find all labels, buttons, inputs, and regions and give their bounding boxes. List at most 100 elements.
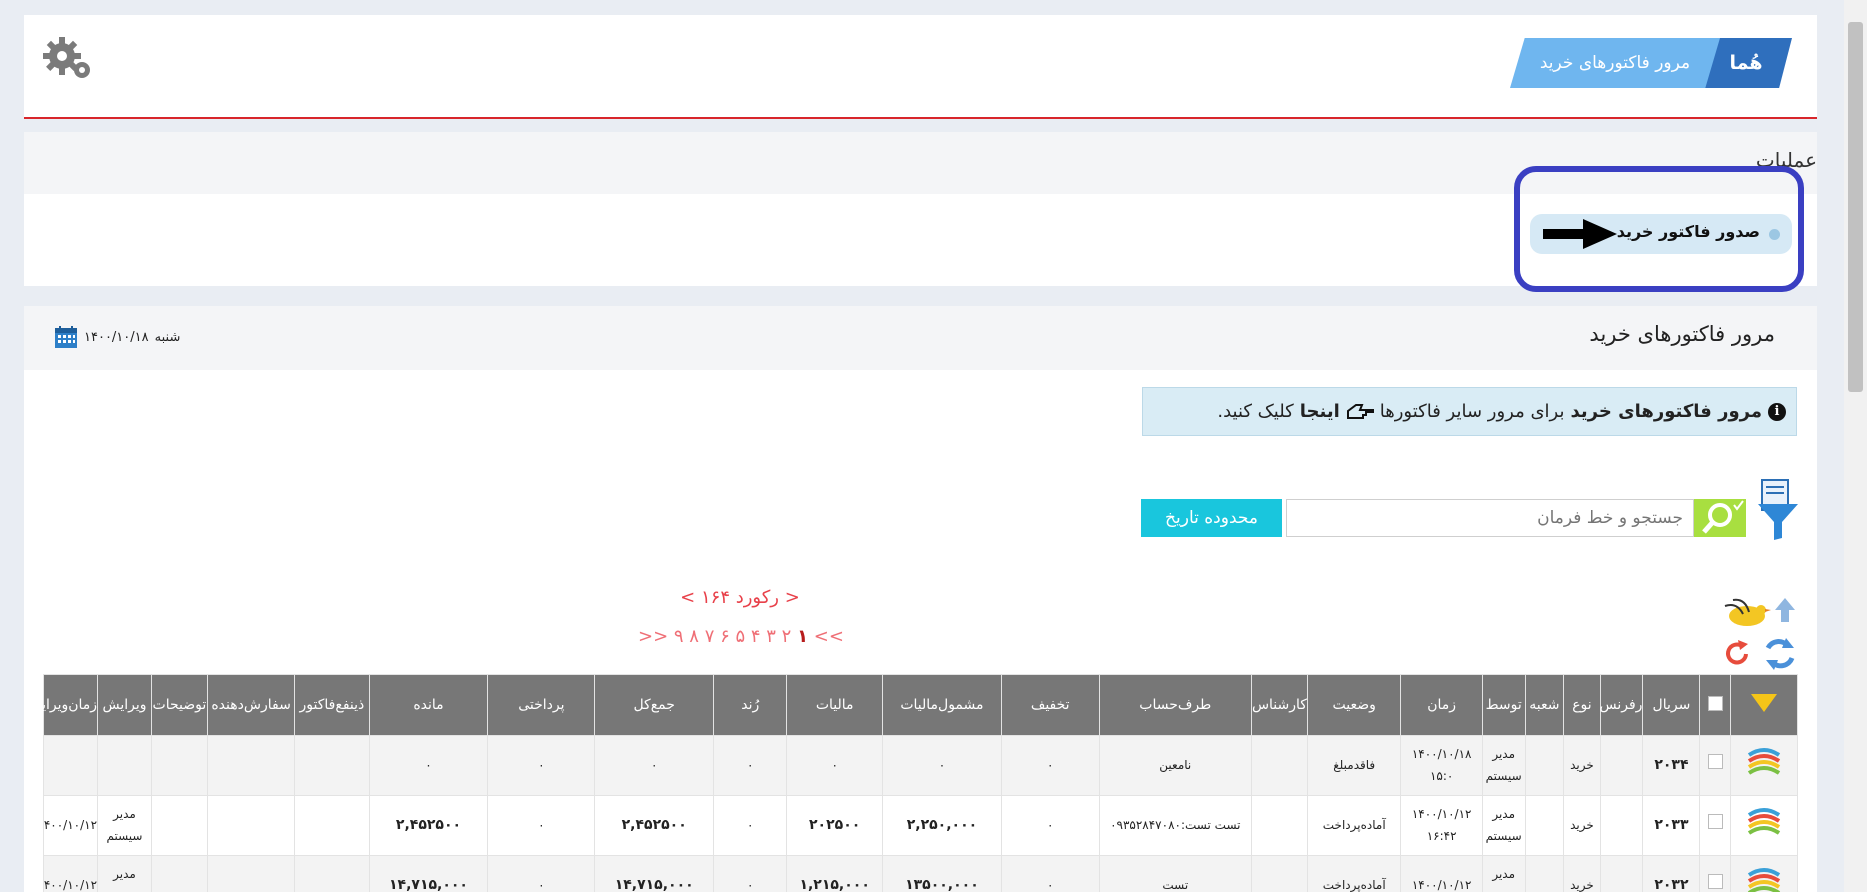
calendar-icon[interactable] — [54, 325, 78, 349]
info-text-end: کلیک کنید. — [1217, 401, 1294, 422]
cell-party: تست — [1098, 855, 1253, 892]
table-row[interactable]: ۲۰۳۴ خرید مدیر سیستم ۱۴۰۰/۱۰/۱۸ ۱۵:۰ فاق… — [43, 735, 1798, 796]
table-row[interactable]: ۲۰۳۳ خرید مدیر سیستم ۱۴۰۰/۱۰/۱۲ ۱۶:۴۲ آم… — [43, 795, 1798, 856]
col-total[interactable]: جمع‌کل — [594, 674, 715, 736]
col-ref[interactable]: رفرنس — [1600, 674, 1644, 736]
cell-paid: ۰ — [487, 795, 596, 856]
stack-layers-icon[interactable] — [1747, 865, 1781, 892]
stack-layers-icon[interactable] — [1747, 805, 1781, 839]
cell-serial: ۲۰۳۲ — [1642, 855, 1701, 892]
reset-icon[interactable] — [1726, 640, 1748, 665]
row-checkbox[interactable] — [1707, 874, 1723, 890]
pager-current[interactable]: ۱ — [797, 626, 808, 647]
cell-beneficiary — [294, 735, 370, 796]
scrollbar-thumb[interactable] — [1848, 22, 1863, 392]
cell-round: ۰ — [713, 735, 788, 796]
row-select[interactable] — [1699, 795, 1731, 856]
cell-by: مدیر سیستم — [1481, 795, 1526, 856]
records-next[interactable]: > — [785, 587, 800, 608]
toolbar-icons-top — [1724, 598, 1795, 626]
cell-branch — [1524, 855, 1565, 892]
row-type-icon[interactable] — [1729, 735, 1798, 796]
bird-icon[interactable] — [1724, 598, 1771, 626]
info-banner: i مرور فاکتورهای خرید برای مرور سایر فاک… — [1142, 387, 1797, 436]
sort-toggle[interactable] — [1729, 674, 1798, 736]
settings-gear-icon[interactable] — [42, 34, 94, 82]
cell-remain: ۲,۴۵۲۵۰۰ — [368, 795, 489, 856]
cell-tax: ۰ — [786, 735, 883, 796]
cell-edit-time: ۱۴۰۰/۱۰/۱۲ — [43, 795, 99, 856]
row-select[interactable] — [1699, 855, 1731, 892]
triangle-down-icon[interactable] — [1749, 692, 1779, 714]
cell-party: تست تست:۰۹۳۵۲۸۴۷۰۸۰ — [1098, 795, 1253, 856]
info-link[interactable]: اینجا — [1300, 401, 1340, 422]
section-header-band — [24, 306, 1817, 370]
col-round[interactable]: رُند — [713, 674, 788, 736]
pointing-hand-icon — [1346, 403, 1374, 419]
table-row[interactable]: ۲۰۳۲ خرید مدیر سیستم ۱۴۰۰/۱۰/۱۲ آماده‌پر… — [43, 855, 1798, 892]
col-expert[interactable]: کارشناس — [1251, 674, 1308, 736]
record-count: < ۱۶۴ رکورد > — [680, 587, 800, 608]
records-prev[interactable]: < — [680, 587, 695, 608]
col-editor[interactable]: ویرایش — [97, 674, 152, 736]
col-discount[interactable]: تخفیف — [1000, 674, 1100, 736]
cell-notes — [150, 855, 208, 892]
stack-layers-icon[interactable] — [1747, 745, 1781, 779]
col-party[interactable]: طرف‌حساب — [1098, 674, 1253, 736]
col-serial[interactable]: سریال — [1642, 674, 1701, 736]
invoices-table-container: سریال رفرنس نوع شعبه توسط زمان وضعیت کار… — [43, 674, 1798, 892]
col-type[interactable]: نوع — [1563, 674, 1601, 736]
col-remain[interactable]: مانده — [368, 674, 489, 736]
arrow-right-icon — [1543, 219, 1617, 249]
date-range-button[interactable]: محدوده تاریخ — [1141, 499, 1282, 537]
select-all-checkbox[interactable] — [1707, 695, 1723, 711]
col-taxable[interactable]: مشمول‌مالیات — [881, 674, 1002, 736]
search-button[interactable] — [1694, 499, 1746, 537]
filter-funnel-icon[interactable] — [1756, 478, 1800, 542]
pager-last[interactable]: >> — [638, 626, 668, 647]
cell-party: نامعین — [1098, 735, 1253, 796]
cell-ref — [1599, 735, 1644, 796]
col-notes[interactable]: توضیحات — [150, 674, 208, 736]
col-status[interactable]: وضعیت — [1306, 674, 1402, 736]
refresh-icon[interactable] — [1765, 638, 1795, 670]
info-icon: i — [1768, 402, 1786, 421]
cell-taxable: ۲,۲۵۰,۰۰۰ — [881, 795, 1002, 856]
cell-round: ۰ — [713, 795, 788, 856]
cell-by: مدیر سیستم — [1481, 735, 1526, 796]
cell-editor: مدیر سیستم — [97, 855, 152, 892]
pagination: >> ۹ ۸ ۷ ۶ ۵ ۴ ۳ ۲ ۱ << — [626, 626, 856, 647]
cell-edit-time: ۱۴۰۰/۱۰/۱۲ — [43, 855, 99, 892]
col-time[interactable]: زمان — [1400, 674, 1483, 736]
cell-expert — [1251, 735, 1308, 796]
invoices-table: سریال رفرنس نوع شعبه توسط زمان وضعیت کار… — [43, 674, 1798, 892]
cell-serial: ۲۰۳۳ — [1642, 795, 1701, 856]
row-type-icon[interactable] — [1729, 855, 1798, 892]
col-paid[interactable]: پرداختی — [487, 674, 596, 736]
pager-pages[interactable]: ۹ ۸ ۷ ۶ ۵ ۴ ۳ ۲ — [674, 626, 791, 647]
cell-editor — [97, 735, 152, 796]
cell-notes — [150, 795, 208, 856]
cell-branch — [1524, 735, 1565, 796]
upload-arrow-icon[interactable] — [1775, 598, 1795, 622]
cell-time: ۱۴۰۰/۱۰/۱۲ ۱۶:۴۲ — [1400, 795, 1483, 856]
cell-serial: ۲۰۳۴ — [1642, 735, 1701, 796]
row-checkbox[interactable] — [1707, 814, 1723, 830]
pager-first[interactable]: << — [814, 626, 844, 647]
cell-notes — [150, 735, 208, 796]
col-tax[interactable]: مالیات — [786, 674, 883, 736]
row-checkbox[interactable] — [1707, 754, 1723, 770]
info-bold-title: مرور فاکتورهای خرید — [1570, 401, 1763, 422]
col-branch[interactable]: شعبه — [1524, 674, 1565, 736]
row-select[interactable] — [1699, 735, 1731, 796]
col-beneficiary[interactable]: ذینفع‌فاکتور — [294, 674, 370, 736]
select-all[interactable] — [1699, 674, 1731, 736]
col-by[interactable]: توسط — [1481, 674, 1526, 736]
row-type-icon[interactable] — [1729, 795, 1798, 856]
cell-time: ۱۴۰۰/۱۰/۱۸ ۱۵:۰ — [1400, 735, 1483, 796]
cell-ref — [1599, 855, 1644, 892]
search-input[interactable] — [1286, 499, 1694, 537]
col-orderer[interactable]: سفارش‌دهنده — [206, 674, 296, 736]
col-edit-time[interactable]: زمان‌ویرایش — [43, 674, 99, 736]
info-text-middle: برای مرور سایر فاکتورها — [1379, 401, 1565, 422]
